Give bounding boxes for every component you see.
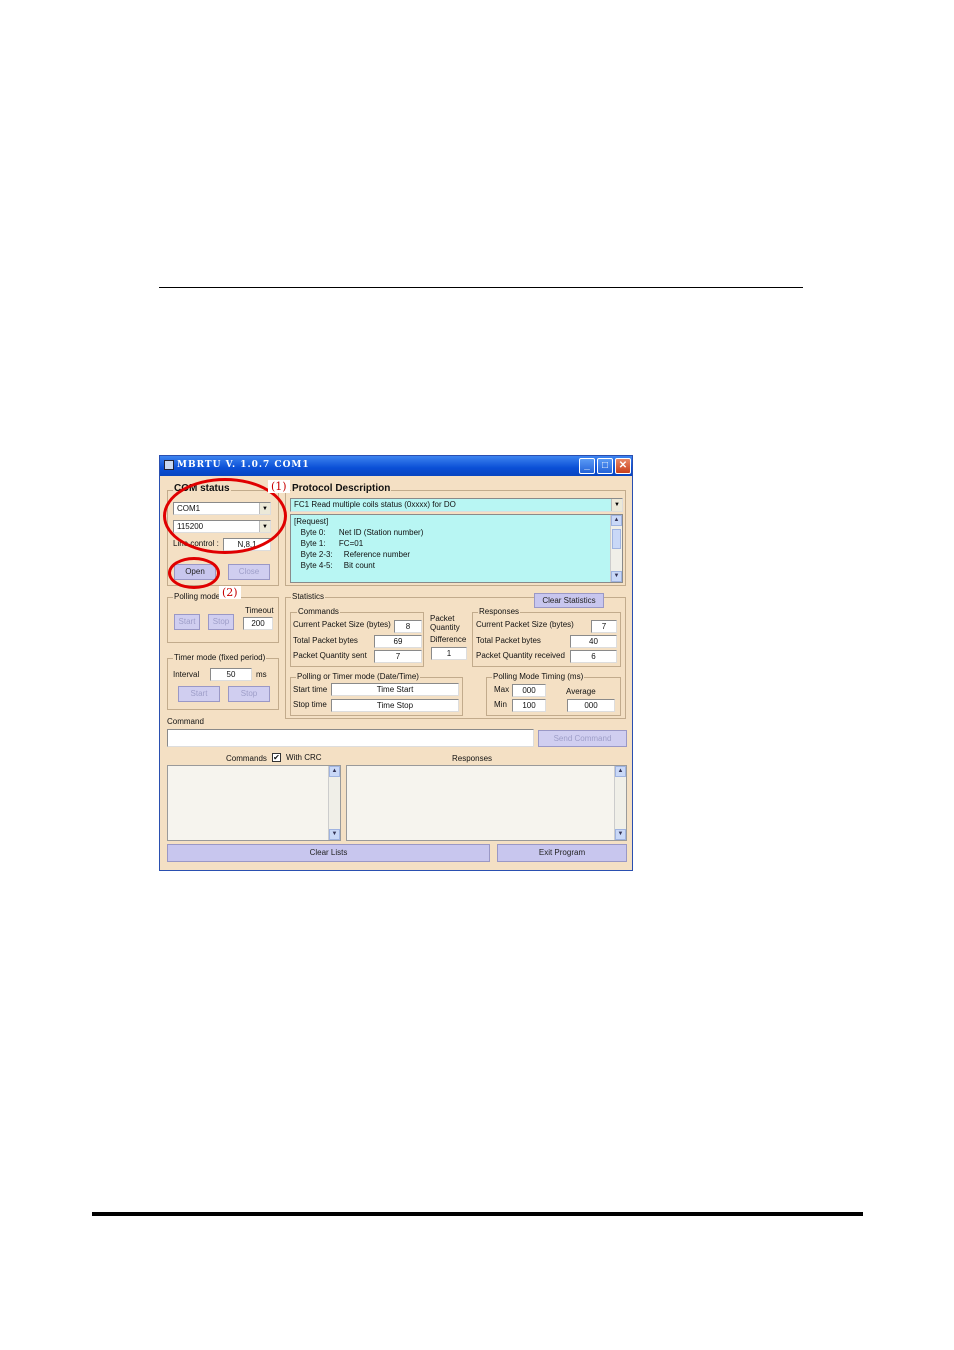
clear-statistics-button[interactable]: Clear Statistics [534,593,604,608]
commands-list[interactable]: ▲ ▼ [167,765,341,841]
timeout-field[interactable]: 200 [243,617,273,630]
scroll-up-icon[interactable]: ▲ [329,766,340,777]
responses-list-scrollbar[interactable]: ▲ ▼ [614,766,626,840]
close-port-button[interactable]: Close [228,564,270,580]
desc-line: Byte 1: FC=01 [294,539,364,548]
start-time-field: Time Start [331,683,459,696]
resp-quantity-label: Packet Quantity received [476,651,565,660]
stop-time-field: Time Stop [331,699,459,712]
datetime-label: Polling or Timer mode (Date/Time) [296,672,420,681]
timeout-label: Timeout [245,606,274,615]
average-label: Average [566,687,596,696]
min-field: 100 [512,699,546,712]
timer-mode-label: Timer mode (fixed period) [173,653,267,662]
chevron-down-icon: ▼ [611,499,622,511]
annotation-ellipse-2 [168,557,220,589]
resp-quantity-field: 6 [570,650,617,663]
clear-lists-button[interactable]: Clear Lists [167,844,490,862]
max-label: Max [494,685,510,694]
timing-label: Polling Mode Timing (ms) [492,672,585,681]
close-window-button[interactable]: ✕ [615,458,631,474]
title-bar[interactable]: MBRTU V. 1.0.7 COM1 _ □ ✕ [160,456,632,476]
min-label: Min [494,700,507,709]
cmd-quantity-label: Packet Quantity sent [293,651,367,660]
desc-line: Byte 2-3: Reference number [294,550,411,559]
function-code-select[interactable]: FC1 Read multiple coils status (0xxxx) f… [290,498,623,512]
average-field: 000 [567,699,615,712]
polling-mode-label: Polling mode [173,592,222,601]
polling-start-button[interactable]: Start [174,614,200,630]
command-input[interactable] [167,729,534,747]
protocol-description-box[interactable]: [Request] Byte 0: Net ID (Station number… [290,514,623,583]
scroll-up-icon[interactable]: ▲ [611,515,622,526]
with-crc-label: With CRC [286,753,322,762]
function-code-value: FC1 Read multiple coils status (0xxxx) f… [294,500,456,509]
desc-line: [Request] [294,517,329,526]
desc-line: Byte 0: Net ID (Station number) [294,528,424,537]
responses-list[interactable]: ▲ ▼ [346,765,627,841]
minimize-button[interactable]: _ [579,458,595,474]
resp-current-field: 7 [591,620,617,633]
commands-list-scrollbar[interactable]: ▲ ▼ [328,766,340,840]
cmd-total-label: Total Packet bytes [293,636,358,645]
desc-scrollbar[interactable]: ▲ ▼ [610,515,622,582]
desc-line: Byte 4-5: Bit count [294,561,375,570]
scroll-down-icon[interactable]: ▼ [329,829,340,840]
app-icon [164,460,174,470]
scroll-down-icon[interactable]: ▼ [611,571,622,582]
bottom-rule [92,1212,863,1216]
pq-difference-field: 1 [431,647,467,660]
cmd-current-field: 8 [394,620,422,633]
pq-label-3: Difference [430,635,467,644]
interval-unit: ms [256,670,267,679]
max-field: 000 [512,684,546,697]
timer-stop-button[interactable]: Stop [228,686,270,702]
command-label: Command [167,717,204,726]
interval-label: Interval [173,670,200,679]
scroll-thumb[interactable] [612,529,621,549]
statistics-label: Statistics [291,592,326,601]
responses-list-label: Responses [452,754,493,763]
start-time-label: Start time [293,685,328,694]
timer-start-button[interactable]: Start [178,686,220,702]
cmd-total-field: 69 [374,635,422,648]
cmd-current-label: Current Packet Size (bytes) [293,620,391,629]
interval-field[interactable]: 50 [210,668,252,681]
resp-current-label: Current Packet Size (bytes) [476,620,574,629]
scroll-down-icon[interactable]: ▼ [615,829,626,840]
responses-stats-label: Responses [478,607,521,616]
resp-total-label: Total Packet bytes [476,636,541,645]
annotation-label-2: (2) [219,586,241,599]
send-command-button[interactable]: Send Command [538,730,627,747]
cmd-quantity-field: 7 [374,650,422,663]
commands-list-label: Commands [226,754,267,763]
commands-stats-label: Commands [297,607,340,616]
stop-time-label: Stop time [293,700,327,709]
protocol-label: Protocol Description [291,483,392,494]
resp-total-field: 40 [570,635,617,648]
timer-mode-group [167,658,279,710]
window-title: MBRTU V. 1.0.7 COM1 [177,460,310,470]
top-rule [159,287,803,288]
maximize-button[interactable]: □ [597,458,613,474]
annotation-label-1: (1) [268,480,290,493]
pq-label-2: Quantity [430,623,460,632]
scroll-up-icon[interactable]: ▲ [615,766,626,777]
with-crc-checkbox[interactable]: ✔ [272,753,281,762]
pq-label-1: Packet [430,614,455,623]
polling-stop-button[interactable]: Stop [208,614,234,630]
app-window: MBRTU V. 1.0.7 COM1 _ □ ✕ COM status COM… [159,455,633,871]
exit-program-button[interactable]: Exit Program [497,844,627,862]
